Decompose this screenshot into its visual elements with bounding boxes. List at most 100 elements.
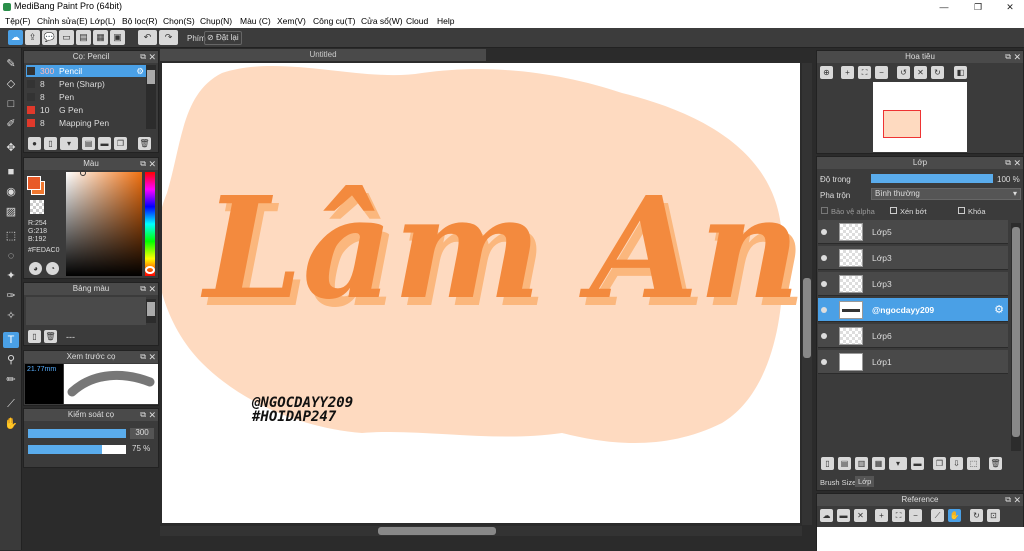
brush-item[interactable]: 300 Pencil ⚙ <box>26 65 146 77</box>
merge-down-icon[interactable]: ⇩ <box>950 457 963 470</box>
rotate-reset-icon[interactable]: ✕ <box>914 66 927 79</box>
brush-menu-icon[interactable]: ▾ <box>60 137 78 150</box>
actual-size-icon[interactable]: ⛶ <box>858 66 871 79</box>
popout-icon[interactable]: ⧉ <box>140 283 146 295</box>
menu-filter[interactable]: Bộ lọc(R) <box>122 16 157 26</box>
menu-file[interactable]: Tệp(F) <box>5 16 31 26</box>
brush-item[interactable]: 8 Pen <box>26 91 146 103</box>
cloud-icon[interactable]: ☁ <box>820 509 833 522</box>
menu-layer[interactable]: Lớp(L) <box>90 16 115 26</box>
tiles-icon[interactable]: ▣ <box>110 30 125 45</box>
rotate-right-icon[interactable]: ↻ <box>931 66 944 79</box>
export-icon[interactable]: ⇪ <box>25 30 40 45</box>
panel-close-icon[interactable]: ✕ <box>148 51 156 63</box>
blend-mode-select[interactable]: Bình thường ▾ <box>871 188 1021 200</box>
brush-item[interactable]: 10 G Pen <box>26 104 146 116</box>
layer-row[interactable]: Lớp6 <box>818 324 1008 348</box>
gear-icon[interactable]: ⚙ <box>136 65 144 77</box>
new-1bit-layer-icon[interactable]: ▦ <box>872 457 885 470</box>
page-icon[interactable]: ▤ <box>76 30 91 45</box>
brush-copy-icon[interactable]: ❐ <box>114 137 127 150</box>
new-8bit-layer-icon[interactable]: ▥ <box>855 457 868 470</box>
brush-new-icon[interactable]: ▯ <box>44 137 57 150</box>
brush-size-tab[interactable]: Brush Size <box>820 478 856 487</box>
restore-button[interactable]: ❐ <box>964 0 992 14</box>
eyedropper-icon[interactable]: ⟋ <box>3 396 19 412</box>
panel-close-icon[interactable]: ✕ <box>148 283 156 295</box>
transparent-swatch[interactable] <box>30 200 44 214</box>
brush-tool-icon[interactable]: ✎ <box>3 56 19 72</box>
palette-scrollbar[interactable] <box>146 299 156 323</box>
menu-select[interactable]: Chọn(S) <box>163 16 195 26</box>
visibility-icon[interactable] <box>821 255 827 261</box>
layer-menu-icon[interactable]: ▾ <box>889 457 907 470</box>
panel-close-icon[interactable]: ✕ <box>1013 157 1021 169</box>
menu-cloud[interactable]: Cloud <box>406 16 428 26</box>
dot-tool-icon[interactable]: □ <box>3 96 19 112</box>
rotate-icon[interactable]: ↻ <box>970 509 983 522</box>
eraser-tool-icon[interactable]: ◇ <box>3 76 19 92</box>
palette-delete-icon[interactable]: 🗑 <box>44 330 57 343</box>
menu-edit[interactable]: Chỉnh sửa(E) <box>37 16 88 26</box>
fill-tool-icon[interactable]: ◉ <box>3 184 19 200</box>
foreground-color-swatch[interactable] <box>27 176 41 190</box>
menu-view[interactable]: Xem(V) <box>277 16 306 26</box>
menu-help[interactable]: Help <box>437 16 454 26</box>
layer-row[interactable]: Lớp5 <box>818 220 1008 244</box>
popout-icon[interactable]: ⧉ <box>140 158 146 170</box>
new-halftone-layer-icon[interactable]: ▤ <box>838 457 851 470</box>
eyedropper-icon[interactable]: ⟋ <box>931 509 944 522</box>
close-reference-icon[interactable]: ✕ <box>854 509 867 522</box>
lock-checkbox[interactable] <box>958 207 965 214</box>
cloud-icon[interactable]: ☁ <box>8 30 23 45</box>
clear-layer-icon[interactable]: ⬚ <box>967 457 980 470</box>
lasso-tool-icon[interactable]: ◌ <box>3 248 19 264</box>
layer-list-scrollbar[interactable] <box>1011 223 1021 451</box>
brush-opacity-slider[interactable] <box>28 445 126 454</box>
brush-size-value[interactable]: 300 <box>130 428 154 439</box>
brush-item[interactable]: 8 Mapping Pen <box>26 117 146 129</box>
color-wheel-icon[interactable]: ◕ <box>29 262 42 275</box>
brush-size-slider[interactable] <box>28 429 126 438</box>
delete-layer-icon[interactable]: 🗑 <box>989 457 1002 470</box>
popout-icon[interactable]: ⧉ <box>1005 157 1011 169</box>
visibility-icon[interactable] <box>821 307 827 313</box>
protect-alpha-checkbox[interactable] <box>821 207 828 214</box>
brush-item[interactable]: 8 Pen (Sharp) <box>26 78 146 90</box>
brush-list-scrollbar[interactable] <box>146 65 156 129</box>
shape-tool-icon[interactable]: ■ <box>3 164 19 180</box>
brush-file-icon[interactable]: ▤ <box>82 137 95 150</box>
popout-icon[interactable]: ⧉ <box>140 409 146 421</box>
brush-add-icon[interactable]: ● <box>28 137 41 150</box>
document-tab[interactable]: Untitled <box>160 49 486 61</box>
hue-slider[interactable] <box>145 172 155 276</box>
layer-row[interactable]: Lớp3 <box>818 246 1008 270</box>
popout-icon[interactable]: ⧉ <box>1005 51 1011 63</box>
minimize-button[interactable]: — <box>930 0 958 14</box>
panel-close-icon[interactable]: ✕ <box>1013 494 1021 506</box>
layer-folder-icon[interactable]: ▬ <box>911 457 924 470</box>
layer-row[interactable]: Lớp1 <box>818 350 1008 374</box>
open-folder-icon[interactable]: ▬ <box>837 509 850 522</box>
vertical-scrollbar[interactable] <box>802 63 812 525</box>
zoom-out-icon[interactable]: − <box>875 66 888 79</box>
panel-close-icon[interactable]: ✕ <box>148 158 156 170</box>
zoom-in-icon[interactable]: + <box>875 509 888 522</box>
layer-opacity-slider[interactable] <box>871 174 993 183</box>
rotate-left-icon[interactable]: ↺ <box>897 66 910 79</box>
layer-row-selected[interactable]: @ngocdayy209 ⚙ <box>818 298 1008 322</box>
popout-icon[interactable]: ⧉ <box>140 351 146 363</box>
saturation-value-picker[interactable] <box>66 170 142 276</box>
menu-tools[interactable]: Công cụ(T) <box>313 16 356 26</box>
hand-icon[interactable]: ✋ <box>948 509 961 522</box>
chat-icon[interactable]: ▭ <box>59 30 74 45</box>
operation-tool-icon[interactable]: ⚲ <box>3 352 19 368</box>
magic-wand-icon[interactable]: ✦ <box>3 268 19 284</box>
palette-add-icon[interactable]: ▯ <box>28 330 41 343</box>
panel-close-icon[interactable]: ✕ <box>148 409 156 421</box>
zoom-fit-icon[interactable]: ⊕ <box>820 66 833 79</box>
undo-icon[interactable]: ↶ <box>138 30 157 45</box>
horizontal-scrollbar[interactable] <box>160 526 802 536</box>
navigator-thumbnail[interactable] <box>873 82 967 152</box>
visibility-icon[interactable] <box>821 359 827 365</box>
